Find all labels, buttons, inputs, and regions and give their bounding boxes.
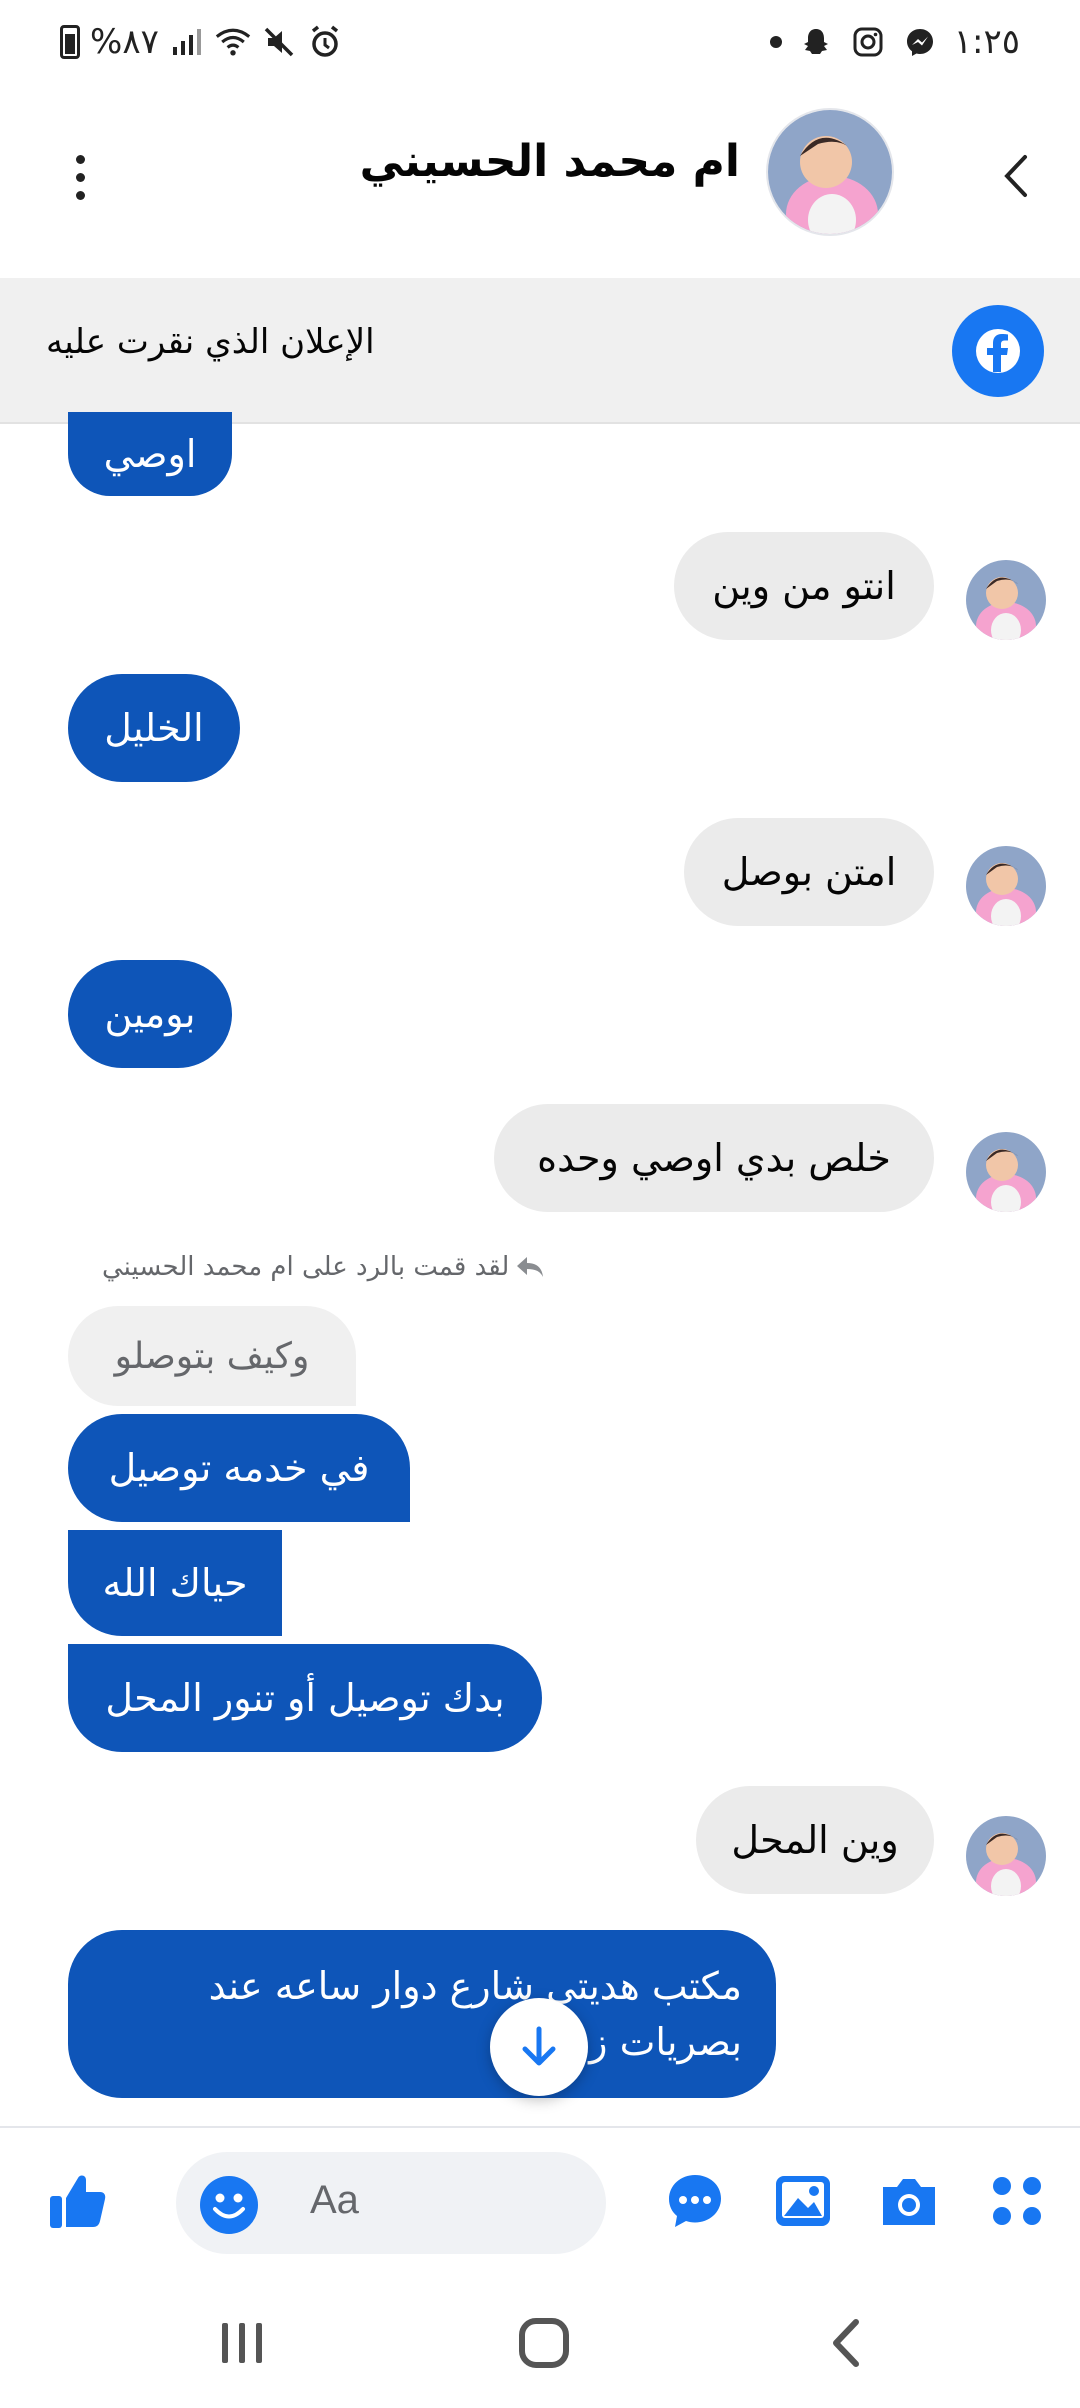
home-button[interactable] bbox=[504, 2308, 584, 2378]
nav-back-icon bbox=[833, 2319, 859, 2367]
message-incoming[interactable]: خلص بدي اوصي وحده bbox=[494, 1104, 934, 1212]
status-left: %٨٧ bbox=[60, 22, 343, 62]
message-composer: Aa bbox=[0, 2126, 1080, 2278]
message-outgoing[interactable]: بدك توصيل أو تنور المحل bbox=[68, 1644, 542, 1752]
reply-context-note: لقد قمت بالرد على ام محمد الحسيني bbox=[102, 1252, 545, 1282]
clock: ١:٢٥ bbox=[953, 22, 1020, 62]
message-outgoing[interactable]: بومين bbox=[68, 960, 232, 1068]
battery-level: %٨٧ bbox=[90, 22, 159, 62]
chat-icon bbox=[669, 2175, 721, 2227]
message-text: اوصي bbox=[103, 432, 197, 476]
camera-icon bbox=[883, 2179, 935, 2225]
snapchat-icon bbox=[798, 24, 834, 60]
ad-banner-text: الإعلان الذي نقرت عليه bbox=[46, 322, 375, 362]
quoted-message[interactable]: وكيف بتوصلو bbox=[68, 1306, 356, 1406]
alarm-icon bbox=[307, 24, 343, 60]
signal-icon bbox=[169, 24, 205, 60]
facebook-icon bbox=[952, 305, 1044, 397]
chat-bubble-button[interactable] bbox=[660, 2166, 730, 2236]
conversation-header: ام محمد الحسيني bbox=[0, 84, 1080, 278]
contact-name[interactable]: ام محمد الحسيني bbox=[360, 136, 740, 187]
scroll-down-icon bbox=[522, 2026, 556, 2066]
message-text: خلص بدي اوصي وحده bbox=[537, 1136, 891, 1180]
message-input-placeholder: Aa bbox=[310, 2178, 359, 2222]
more-options-button[interactable] bbox=[60, 142, 100, 212]
status-bar: %٨٧ ١:٢٥ bbox=[0, 0, 1080, 84]
message-outgoing[interactable]: الخليل bbox=[68, 674, 240, 782]
menu-button[interactable] bbox=[982, 2166, 1052, 2236]
back-icon bbox=[1004, 155, 1027, 197]
battery-icon bbox=[60, 25, 80, 59]
message-outgoing[interactable]: اوصي bbox=[68, 412, 232, 496]
gallery-button[interactable] bbox=[768, 2166, 838, 2236]
message-text: وين المحل bbox=[731, 1818, 899, 1862]
message-text-line2: بصريات زم bbox=[565, 2020, 742, 2064]
back-button[interactable] bbox=[980, 140, 1052, 212]
message-text: امتن بوصل bbox=[721, 850, 897, 894]
home-icon bbox=[519, 2318, 569, 2368]
reply-icon bbox=[517, 1257, 544, 1277]
sender-avatar[interactable] bbox=[966, 560, 1046, 640]
sender-avatar[interactable] bbox=[966, 1132, 1046, 1212]
message-text: حياك الله bbox=[102, 1561, 248, 1605]
reply-note-text: لقد قمت بالرد على ام محمد الحسيني bbox=[102, 1252, 510, 1282]
gallery-icon bbox=[776, 2176, 830, 2226]
message-outgoing[interactable]: في خدمه توصيل bbox=[68, 1414, 410, 1522]
message-incoming[interactable]: وين المحل bbox=[696, 1786, 934, 1894]
instagram-icon bbox=[850, 24, 886, 60]
grid-menu-icon bbox=[993, 2177, 1041, 2225]
notification-dot-icon bbox=[769, 36, 782, 48]
message-input[interactable]: Aa bbox=[176, 2152, 606, 2254]
quoted-message-text: وكيف بتوصلو bbox=[114, 1335, 310, 1377]
message-text-line1: مكتب هديتي شارع دوار ساعه عند bbox=[208, 1964, 742, 2008]
message-outgoing[interactable]: مكتب هديتي شارع دوار ساعه عند بصريات زم bbox=[68, 1930, 776, 2098]
like-icon bbox=[50, 2175, 106, 2228]
message-text: بومين bbox=[104, 992, 196, 1036]
sender-avatar[interactable] bbox=[966, 846, 1046, 926]
messenger-icon bbox=[902, 24, 938, 60]
ad-banner[interactable]: الإعلان الذي نقرت عليه bbox=[0, 278, 1080, 424]
contact-avatar[interactable] bbox=[766, 108, 894, 236]
message-incoming[interactable]: انتو من وين bbox=[674, 532, 934, 640]
sender-avatar[interactable] bbox=[966, 1816, 1046, 1896]
mute-icon bbox=[261, 24, 297, 60]
more-icon bbox=[75, 154, 85, 164]
like-button[interactable] bbox=[42, 2166, 112, 2236]
message-text: الخليل bbox=[104, 706, 204, 750]
system-navigation-bar bbox=[0, 2278, 1080, 2408]
message-text: في خدمه توصيل bbox=[108, 1446, 370, 1490]
wifi-icon bbox=[215, 24, 251, 60]
status-right: ١:٢٥ bbox=[769, 22, 1020, 62]
message-incoming[interactable]: امتن بوصل bbox=[684, 818, 934, 926]
nav-back-button[interactable] bbox=[806, 2308, 886, 2378]
scroll-to-bottom-button[interactable] bbox=[490, 1998, 588, 2096]
message-outgoing[interactable]: حياك الله bbox=[68, 1530, 282, 1636]
camera-button[interactable] bbox=[874, 2166, 944, 2236]
recent-apps-icon bbox=[222, 2323, 262, 2363]
message-text: بدك توصيل أو تنور المحل bbox=[105, 1676, 505, 1720]
emoji-icon[interactable] bbox=[200, 2176, 258, 2234]
message-text: انتو من وين bbox=[712, 564, 896, 608]
recent-apps-button[interactable] bbox=[202, 2308, 282, 2378]
